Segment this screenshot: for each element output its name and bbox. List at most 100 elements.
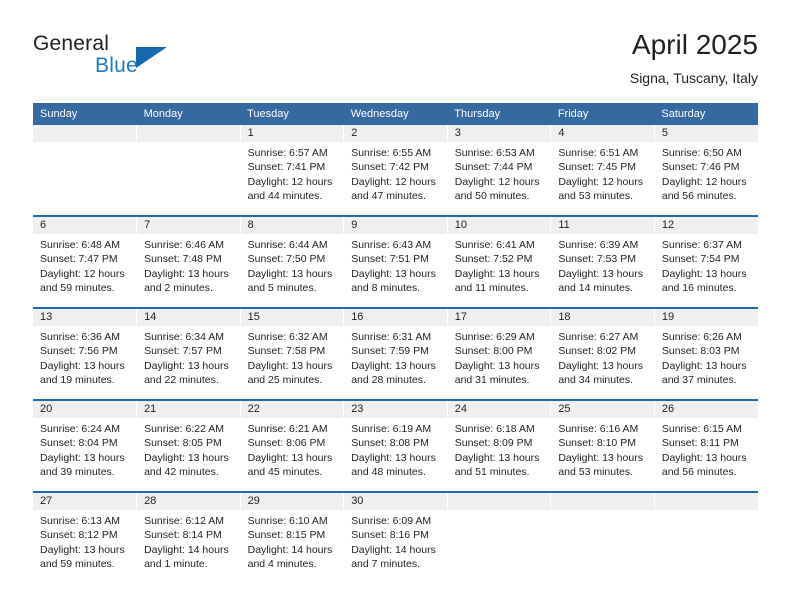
calendar-day-cell[interactable]: 25 Sunrise: 6:16 AM Sunset: 8:10 PM Dayligh… [550,399,655,492]
calendar-day-cell[interactable]: 13 Sunrise: 6:36 AM Sunset: 7:56 PM Dayligh… [33,307,138,400]
calendar-day-cell[interactable]: 20 Sunrise: 6:24 AM Sunset: 8:04 PM Dayligh… [33,399,138,492]
day-number: 14 [137,309,240,326]
daylight-text-line1: Daylight: 12 hours [454,175,540,188]
daylight-text-line2: and 53 minutes. [558,466,634,479]
daylight-text-line2: and 50 minutes. [454,190,530,203]
calendar-day-cell[interactable]: 26 Sunrise: 6:15 AM Sunset: 8:11 PM Dayligh… [654,399,758,492]
day-number: 26 [654,401,758,418]
daylight-text-line2: and 4 minutes. [247,558,317,571]
calendar-day-cell[interactable]: 9 Sunrise: 6:43 AM Sunset: 7:51 PM Daylight… [343,215,448,308]
calendar-day-cell[interactable]: 27 Sunrise: 6:13 AM Sunset: 8:12 PM Dayligh… [33,491,138,583]
sunrise-text: Sunrise: 6:37 AM [661,239,742,251]
daylight-text-line1: Daylight: 13 hours [40,451,125,464]
sunset-text: Sunset: 7:54 PM [661,253,740,266]
calendar-page: General Blue April 2025 Signa, Tuscany, … [0,0,792,612]
calendar-day-cell[interactable]: 30 Sunrise: 6:09 AM Sunset: 8:16 PM Dayligh… [343,491,448,583]
calendar-day-cell[interactable]: 12 Sunrise: 6:37 AM Sunset: 7:54 PM Dayligh… [654,215,758,308]
calendar-day-cell[interactable]: 21 Sunrise: 6:22 AM Sunset: 8:05 PM Dayligh… [136,399,241,492]
calendar-day-cell[interactable]: 28 Sunrise: 6:12 AM Sunset: 8:14 PM Dayligh… [136,491,241,583]
daylight-text-line2: and 56 minutes. [661,190,737,203]
daylight-text-line2: and 42 minutes. [144,466,219,479]
brand-logo[interactable]: General Blue [33,32,263,88]
sunrise-text: Sunrise: 6:32 AM [247,331,328,343]
daylight-text-line2: and 47 minutes. [351,190,426,203]
day-details: Sunrise: 6:16 AM Sunset: 8:10 PM Daylight:… [551,418,654,480]
day-details: Sunrise: 6:24 AM Sunset: 8:04 PM Daylight:… [33,418,136,480]
sunset-text: Sunset: 7:44 PM [454,161,533,174]
calendar-day-cell[interactable]: 18 Sunrise: 6:27 AM Sunset: 8:02 PM Dayligh… [550,307,655,400]
day-number: 13 [33,309,137,326]
sunset-text: Sunset: 7:56 PM [40,345,118,358]
sunrise-text: Sunrise: 6:39 AM [558,239,639,251]
calendar-day-cell[interactable]: 11 Sunrise: 6:39 AM Sunset: 7:53 PM Dayligh… [550,215,655,308]
sunrise-text: Sunrise: 6:44 AM [247,239,328,251]
calendar-day-cell[interactable]: 4 Sunrise: 6:51 AM Sunset: 7:45 PM Daylight… [550,125,655,216]
calendar-day-cell[interactable]: 2 Sunrise: 6:55 AM Sunset: 7:42 PM Daylight… [343,125,448,216]
sunset-text: Sunset: 7:47 PM [40,253,118,266]
calendar-day-cell[interactable]: 5 Sunrise: 6:50 AM Sunset: 7:46 PM Daylight… [654,125,758,216]
daylight-text-line1: Daylight: 13 hours [247,359,333,372]
sunrise-text: Sunrise: 6:16 AM [558,423,639,435]
sunrise-text: Sunrise: 6:55 AM [351,147,432,159]
day-details: Sunrise: 6:37 AM Sunset: 7:54 PM Daylight:… [655,234,758,296]
daylight-text-line2: and 28 minutes. [351,374,426,387]
calendar-day-cell[interactable]: 3 Sunrise: 6:53 AM Sunset: 7:44 PM Daylight… [447,125,552,216]
daylight-text-line2: and 2 minutes. [144,282,213,295]
calendar-body: 1 Sunrise: 6:57 AM Sunset: 7:41 PM Daylight… [33,125,758,583]
brand-name-blue: Blue [95,54,138,77]
daylight-text-line1: Daylight: 13 hours [144,451,229,464]
calendar-day-cell[interactable]: 1 Sunrise: 6:57 AM Sunset: 7:41 PM Daylight… [240,125,345,216]
sunrise-text: Sunrise: 6:18 AM [454,423,535,435]
page-subtitle: Signa, Tuscany, Italy [629,70,758,86]
day-details: Sunrise: 6:22 AM Sunset: 8:05 PM Daylight:… [137,418,240,480]
day-details: Sunrise: 6:18 AM Sunset: 8:09 PM Daylight:… [448,418,551,480]
weekday-header-monday: Monday [136,103,241,125]
daylight-text-line1: Daylight: 13 hours [661,451,747,464]
page-title: April 2025 [631,29,758,60]
day-details: Sunrise: 6:26 AM Sunset: 8:03 PM Daylight:… [655,326,758,388]
daylight-text-line1: Daylight: 13 hours [661,267,747,280]
calendar-day-cell[interactable]: 23 Sunrise: 6:19 AM Sunset: 8:08 PM Dayligh… [343,399,448,492]
daylight-text-line1: Daylight: 13 hours [144,267,229,280]
day-details: Sunrise: 6:27 AM Sunset: 8:02 PM Daylight:… [551,326,654,388]
sunrise-text: Sunrise: 6:53 AM [454,147,535,159]
daylight-text-line1: Daylight: 12 hours [661,175,747,188]
calendar-day-cell[interactable]: 6 Sunrise: 6:48 AM Sunset: 7:47 PM Daylight… [33,215,138,308]
calendar-day-cell[interactable]: 7 Sunrise: 6:46 AM Sunset: 7:48 PM Daylight… [136,215,241,308]
daylight-text-line2: and 1 minute. [144,558,208,571]
day-number: 22 [240,401,344,418]
calendar-day-cell[interactable]: 15 Sunrise: 6:32 AM Sunset: 7:58 PM Dayligh… [240,307,345,400]
day-number: 16 [344,309,447,326]
day-details: Sunrise: 6:43 AM Sunset: 7:51 PM Daylight:… [344,234,447,296]
sunset-text: Sunset: 8:12 PM [40,529,118,542]
sunrise-text: Sunrise: 6:10 AM [247,515,328,527]
calendar-day-cell[interactable]: 16 Sunrise: 6:31 AM Sunset: 7:59 PM Dayligh… [343,307,448,400]
sunrise-text: Sunrise: 6:26 AM [661,331,742,343]
sunset-text: Sunset: 8:16 PM [351,529,429,542]
calendar-week-row: 1 Sunrise: 6:57 AM Sunset: 7:41 PM Daylight… [33,125,758,216]
calendar-day-cell[interactable]: 17 Sunrise: 6:29 AM Sunset: 8:00 PM Dayligh… [447,307,552,400]
sunset-text: Sunset: 8:15 PM [247,529,326,542]
calendar-day-cell[interactable]: 8 Sunrise: 6:44 AM Sunset: 7:50 PM Daylight… [240,215,345,308]
calendar-day-cell[interactable]: 14 Sunrise: 6:34 AM Sunset: 7:57 PM Dayligh… [136,307,241,400]
day-details: Sunrise: 6:50 AM Sunset: 7:46 PM Daylight:… [655,142,758,204]
day-number: 4 [551,125,654,142]
calendar-day-cell[interactable]: 22 Sunrise: 6:21 AM Sunset: 8:06 PM Dayligh… [240,399,345,492]
sunrise-text: Sunrise: 6:22 AM [144,423,225,435]
day-number: 20 [33,401,137,418]
sunrise-text: Sunrise: 6:36 AM [40,331,120,343]
daylight-text-line1: Daylight: 13 hours [40,359,125,372]
day-number: 10 [447,217,551,234]
daylight-text-line1: Daylight: 13 hours [454,267,540,280]
calendar-day-cell[interactable]: 24 Sunrise: 6:18 AM Sunset: 8:09 PM Dayligh… [447,399,552,492]
calendar-week-row: 27 Sunrise: 6:13 AM Sunset: 8:12 PM Dayligh… [33,491,758,583]
sunrise-text: Sunrise: 6:24 AM [40,423,120,435]
calendar-day-cell[interactable]: 19 Sunrise: 6:26 AM Sunset: 8:03 PM Dayligh… [654,307,758,400]
calendar-week-row: 6 Sunrise: 6:48 AM Sunset: 7:47 PM Daylight… [33,215,758,308]
sunrise-text: Sunrise: 6:13 AM [40,515,120,527]
sunrise-text: Sunrise: 6:34 AM [144,331,225,343]
calendar-day-cell[interactable]: 29 Sunrise: 6:10 AM Sunset: 8:15 PM Dayligh… [240,491,345,583]
daylight-text-line2: and 51 minutes. [454,466,530,479]
day-number [33,125,137,142]
calendar-day-cell[interactable]: 10 Sunrise: 6:41 AM Sunset: 7:52 PM Dayligh… [447,215,552,308]
